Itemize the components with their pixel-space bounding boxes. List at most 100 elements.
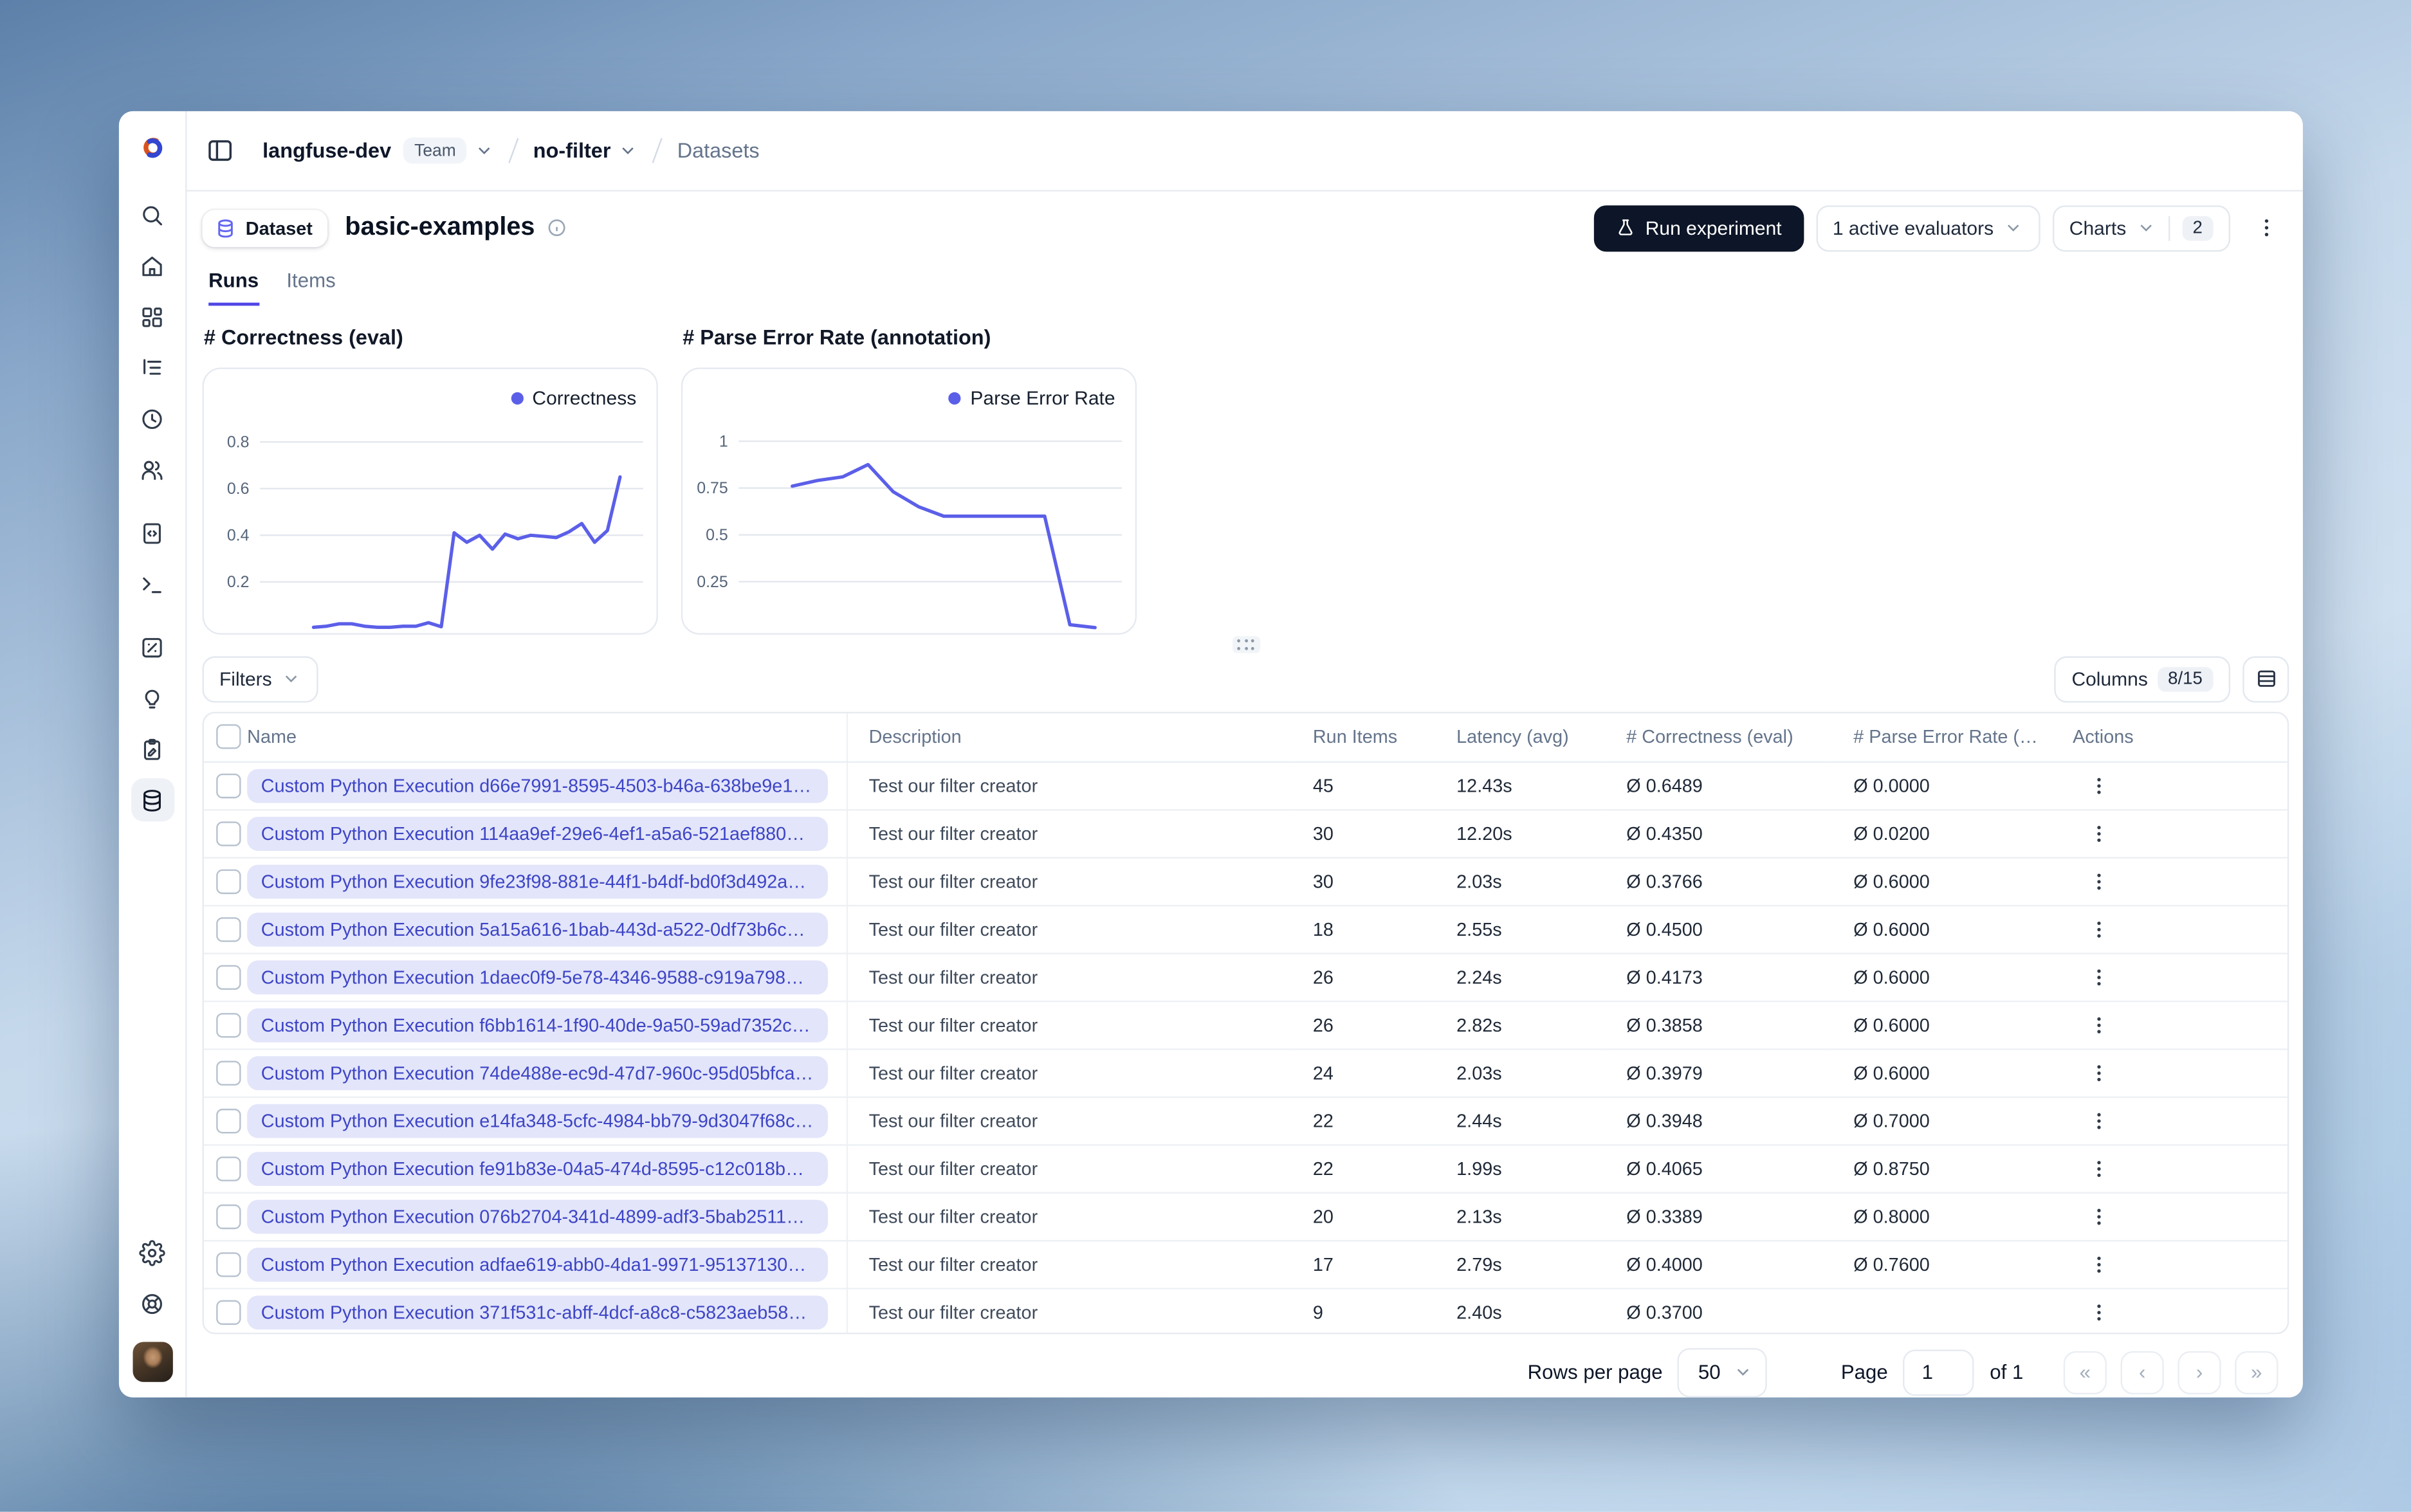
- sidebar-item-sessions[interactable]: [131, 397, 174, 440]
- row-checkbox[interactable]: [216, 1012, 241, 1037]
- table-row[interactable]: Custom Python Execution 1daec0f9-5e78-43…: [203, 953, 2287, 1002]
- table-row[interactable]: Custom Python Execution 371f531c-abff-4d…: [204, 1288, 2287, 1333]
- row-actions-button[interactable]: [2080, 1294, 2118, 1331]
- run-name-link[interactable]: Custom Python Execution 9fe23f98-881e-44…: [247, 864, 828, 898]
- table-row[interactable]: Custom Python Execution f6bb1614-1f90-40…: [203, 1001, 2287, 1050]
- chevron-down-icon[interactable]: [475, 140, 495, 160]
- run-name-link[interactable]: Custom Python Execution 74de488e-ec9d-47…: [247, 1055, 828, 1090]
- sidebar-item-prompts[interactable]: [131, 511, 174, 554]
- tab-items[interactable]: Items: [286, 268, 335, 305]
- row-actions-button[interactable]: [2080, 863, 2118, 900]
- breadcrumb-section[interactable]: Datasets: [677, 139, 760, 162]
- row-height-button[interactable]: [2242, 655, 2289, 702]
- row-checkbox[interactable]: [216, 965, 241, 990]
- table-row[interactable]: Custom Python Execution e14fa348-5cfc-49…: [203, 1097, 2287, 1146]
- breadcrumb-project[interactable]: langfuse-dev: [262, 139, 391, 162]
- langfuse-logo-icon[interactable]: [134, 130, 171, 167]
- sidebar-item-playground[interactable]: [131, 562, 174, 605]
- run-name-link[interactable]: Custom Python Execution 5a15a616-1bab-44…: [247, 912, 828, 947]
- run-name-link[interactable]: Custom Python Execution 371f531c-abff-4d…: [247, 1295, 828, 1329]
- run-name-link[interactable]: Custom Python Execution 1daec0f9-5e78-43…: [247, 960, 828, 994]
- run-name-link[interactable]: Custom Python Execution adfae619-abb0-4d…: [247, 1247, 828, 1282]
- column-header-run-items[interactable]: Run Items: [1291, 713, 1435, 763]
- sidebar-item-support[interactable]: [131, 1282, 174, 1325]
- table-row[interactable]: Custom Python Execution 74de488e-ec9d-47…: [203, 1048, 2287, 1098]
- tab-runs[interactable]: Runs: [208, 268, 259, 306]
- row-actions-button[interactable]: [2080, 959, 2118, 996]
- sidebar-item-settings[interactable]: [131, 1231, 174, 1274]
- row-checkbox[interactable]: [216, 1156, 241, 1181]
- table-row[interactable]: Custom Python Execution 076b2704-341d-48…: [203, 1192, 2287, 1241]
- column-header-description[interactable]: Description: [846, 713, 1292, 763]
- resize-grip-handle[interactable]: [1231, 635, 1260, 653]
- sidebar-item-evaluation[interactable]: [131, 625, 174, 668]
- table-row[interactable]: Custom Python Execution fe91b83e-04a5-47…: [203, 1144, 2287, 1194]
- breadcrumb-divider: [652, 138, 663, 163]
- row-actions-button[interactable]: [2080, 767, 2118, 805]
- sidebar-item-insights[interactable]: [131, 677, 174, 720]
- info-icon[interactable]: [547, 219, 567, 239]
- row-actions-button[interactable]: [2080, 1150, 2118, 1187]
- table-row[interactable]: Custom Python Execution 5a15a616-1bab-44…: [203, 905, 2287, 954]
- select-all-checkbox[interactable]: [216, 724, 241, 750]
- row-checkbox[interactable]: [216, 773, 241, 798]
- run-name-link[interactable]: Custom Python Execution 076b2704-341d-48…: [247, 1199, 828, 1234]
- page-actions-menu-button[interactable]: [2242, 205, 2289, 251]
- page-number-input[interactable]: [1903, 1349, 1975, 1396]
- row-actions-button[interactable]: [2080, 911, 2118, 948]
- row-actions-button[interactable]: [2080, 1006, 2118, 1044]
- row-checkbox[interactable]: [216, 821, 241, 846]
- table-row[interactable]: Custom Python Execution 9fe23f98-881e-44…: [203, 857, 2287, 906]
- charts-section: # Correctness (eval) 0.8 0.6 0.4 0.2 Correc…: [202, 325, 2289, 635]
- run-name-link[interactable]: Custom Python Execution fe91b83e-04a5-47…: [247, 1151, 828, 1186]
- row-actions-button[interactable]: [2080, 1246, 2118, 1283]
- chevron-down-icon[interactable]: [618, 140, 638, 160]
- row-checkbox[interactable]: [216, 869, 241, 894]
- columns-button[interactable]: Columns 8/15: [2055, 655, 2231, 702]
- table-row[interactable]: Custom Python Execution 114aa9ef-29e6-4e…: [203, 809, 2287, 859]
- breadcrumb-env[interactable]: no-filter: [533, 139, 611, 162]
- sidebar-item-users[interactable]: [131, 448, 174, 491]
- sidebar-item-datasets[interactable]: [130, 778, 174, 822]
- last-page-button[interactable]: »: [2235, 1351, 2278, 1395]
- row-checkbox[interactable]: [216, 1108, 241, 1133]
- run-experiment-button[interactable]: Run experiment: [1594, 205, 1804, 252]
- row-checkbox[interactable]: [216, 1204, 241, 1229]
- row-actions-button[interactable]: [2080, 1102, 2118, 1140]
- row-checkbox[interactable]: [216, 1060, 241, 1086]
- chart-card: 1 0.75 0.5 0.25 Parse Error Rate: [681, 367, 1137, 635]
- run-name-link[interactable]: Custom Python Execution 114aa9ef-29e6-4e…: [247, 816, 828, 851]
- run-name-link[interactable]: Custom Python Execution f6bb1614-1f90-40…: [247, 1008, 828, 1043]
- active-evaluators-button[interactable]: 1 active evaluators: [1815, 205, 2040, 252]
- filters-button[interactable]: Filters: [202, 655, 318, 702]
- row-actions-button[interactable]: [2080, 1054, 2118, 1091]
- row-actions-button[interactable]: [2080, 815, 2118, 852]
- latency-cell: 1.99s: [1435, 1144, 1605, 1194]
- rows-per-page-select[interactable]: 50: [1678, 1348, 1767, 1398]
- sidebar-item-annotation[interactable]: [131, 727, 174, 770]
- row-checkbox[interactable]: [216, 1300, 241, 1325]
- sidebar-item-tracing[interactable]: [131, 346, 174, 389]
- previous-page-button[interactable]: ‹: [2120, 1351, 2164, 1395]
- sidebar-item-home[interactable]: [131, 244, 174, 287]
- charts-toggle-button[interactable]: Charts 2: [2052, 205, 2231, 252]
- row-checkbox[interactable]: [216, 916, 241, 942]
- next-page-button[interactable]: ›: [2177, 1351, 2221, 1395]
- table-row[interactable]: Custom Python Execution adfae619-abb0-4d…: [203, 1240, 2287, 1289]
- parse-error-rate-cell: Ø 0.6000: [1831, 1048, 2051, 1098]
- sidebar-toggle-button[interactable]: [205, 136, 235, 165]
- row-actions-button[interactable]: [2080, 1198, 2118, 1235]
- sidebar-item-search[interactable]: [131, 193, 174, 236]
- table-row[interactable]: Custom Python Execution d66e7991-8595-45…: [203, 761, 2287, 811]
- column-header-name[interactable]: Name: [244, 713, 847, 763]
- latency-cell: 12.20s: [1435, 809, 1605, 859]
- column-header-parse-error-rate[interactable]: # Parse Error Rate (an...: [1831, 713, 2051, 763]
- column-header-correctness[interactable]: # Correctness (eval): [1604, 713, 1832, 763]
- column-header-latency[interactable]: Latency (avg): [1435, 713, 1605, 763]
- run-name-link[interactable]: Custom Python Execution d66e7991-8595-45…: [247, 769, 828, 803]
- user-avatar[interactable]: [132, 1342, 172, 1382]
- first-page-button[interactable]: «: [2063, 1351, 2107, 1395]
- sidebar-item-dashboards[interactable]: [131, 295, 174, 338]
- row-checkbox[interactable]: [216, 1252, 241, 1277]
- run-name-link[interactable]: Custom Python Execution e14fa348-5cfc-49…: [247, 1104, 828, 1138]
